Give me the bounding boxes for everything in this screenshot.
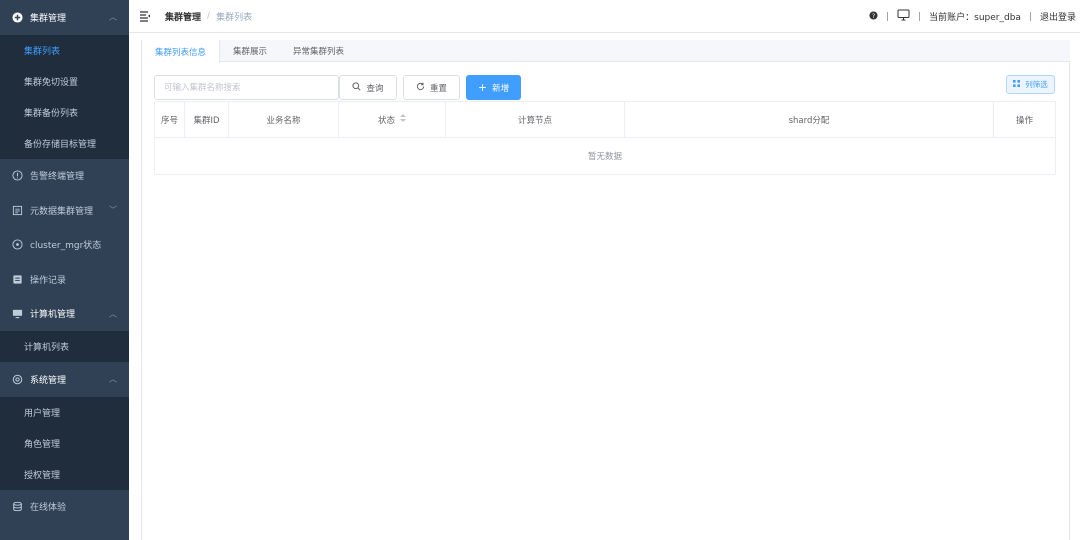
column-header: 操作 (1015, 115, 1033, 126)
tab-cluster-list-info[interactable]: 集群列表信息 (141, 40, 221, 63)
top-navbar: 集群管理 / 集群列表 ? | | 当前账户：super_dba | 退出登录 (129, 0, 1080, 33)
menu-cluster-management[interactable]: 集群管理 ︿ (0, 0, 129, 35)
logout-link[interactable]: 退出登录 (1040, 10, 1076, 23)
plus-circle-icon (11, 11, 23, 23)
sidebar-item-cluster-list[interactable]: 集群列表 (0, 35, 129, 66)
menu-alarm[interactable]: 告警终端管理 (0, 159, 129, 194)
tab-abnormal-clusters[interactable]: 异常集群列表 (280, 40, 357, 62)
breadcrumb-current: 集群列表 (216, 12, 253, 23)
current-account: 当前账户：super_dba (929, 13, 1021, 23)
sort-icon[interactable] (400, 114, 406, 125)
compass-icon (11, 239, 23, 251)
menu-online-trial[interactable]: 在线体验 (0, 490, 129, 525)
chevron-up-icon: ︿ (109, 374, 117, 384)
column-filter-button[interactable]: 列筛选 (1006, 75, 1055, 94)
menu-system[interactable]: 系统管理 ︿ (0, 362, 129, 397)
menu-cluster-mgr[interactable]: cluster_mgr状态 (0, 228, 129, 263)
column-header: shard分配 (625, 102, 994, 137)
table-header: 序号 集群ID 业务名称 状态 计算节点 shard分配 操作 (155, 102, 1055, 138)
submenu-system: 用户管理 角色管理 授权管理 (0, 396, 129, 490)
menu-machine-label: 计算机管理 (30, 310, 76, 321)
column-header: 集群ID (185, 102, 229, 137)
column-header: 业务名称 (229, 102, 339, 137)
menu-system-label: 系统管理 (30, 375, 67, 386)
column-header-label: 状态 (377, 115, 395, 126)
menu-alarm-label: 告警终端管理 (30, 172, 85, 183)
submenu-machine: 计算机列表 (0, 331, 129, 362)
plus-icon: + (477, 81, 488, 94)
monitor-icon (11, 308, 23, 320)
refresh-icon (416, 82, 425, 94)
breadcrumb-separator: / (207, 11, 211, 21)
sidebar-item-machine-list[interactable]: 计算机列表 (0, 331, 129, 362)
database-icon (11, 204, 23, 216)
cluster-table: 序号 集群ID 业务名称 状态 计算节点 shard分配 操作 暂无数据 (154, 101, 1056, 175)
info-circle-icon (11, 170, 23, 182)
header-right: ? | | 当前账户：super_dba | 退出登录 (869, 0, 1076, 33)
menu-operation-log[interactable]: 操作记录 (0, 262, 129, 297)
menu-cluster-mgr-label: cluster_mgr状态 (30, 241, 102, 252)
menu-metadata[interactable]: 元数据集群管理 ﹀ (0, 193, 129, 228)
grid-icon (1013, 80, 1021, 89)
menu-metadata-label: 元数据集群管理 (30, 206, 94, 217)
query-button-label: 查询 (366, 83, 384, 94)
header-divider: | (918, 11, 922, 22)
column-header: 序号 (155, 102, 185, 137)
tab-cluster-display[interactable]: 集群展示 (220, 40, 280, 62)
search-icon (352, 81, 362, 94)
column-header: 计算节点 (446, 102, 625, 137)
screen-icon[interactable] (897, 9, 910, 24)
svg-text:?: ? (872, 12, 875, 19)
add-button-label: 新增 (492, 83, 510, 94)
column-filter-label: 列筛选 (1025, 80, 1048, 89)
chevron-down-icon: ﹀ (109, 205, 117, 215)
cylinder-icon (11, 501, 23, 513)
sidebar-item-cluster-backup[interactable]: 集群备份列表 (0, 97, 129, 128)
submenu-cluster: 集群列表 集群免切设置 集群备份列表 备份存储目标管理 (0, 34, 129, 159)
menu-online-label: 在线体验 (30, 503, 67, 514)
sidebar-item-users[interactable]: 用户管理 (0, 397, 129, 428)
chevron-up-icon: ︿ (109, 12, 117, 22)
sidebar: 集群管理 ︿ 集群列表 集群免切设置 集群备份列表 备份存储目标管理 告警终端管… (0, 0, 129, 540)
sidebar-item-backup-storage[interactable]: 备份存储目标管理 (0, 128, 129, 159)
sidebar-item-roles[interactable]: 角色管理 (0, 428, 129, 459)
settings-icon (11, 373, 23, 385)
help-icon[interactable]: ? (869, 10, 878, 23)
column-header-status[interactable]: 状态 (339, 102, 446, 137)
chevron-up-icon: ︿ (109, 309, 117, 319)
header-divider: | (886, 11, 890, 22)
log-icon (11, 273, 23, 285)
query-button[interactable]: 查询 (339, 75, 397, 100)
header-divider: | (1028, 11, 1032, 22)
menu-machine[interactable]: 计算机管理 ︿ (0, 297, 129, 332)
reset-button-label: 重置 (429, 83, 447, 94)
sidebar-item-cluster-switch[interactable]: 集群免切设置 (0, 66, 129, 97)
add-button[interactable]: + 新增 (466, 75, 521, 100)
table-empty-text: 暂无数据 (587, 152, 622, 162)
menu-operation-log-label: 操作记录 (30, 275, 67, 286)
tabs: 集群列表信息 集群展示 异常集群列表 (141, 40, 1070, 63)
breadcrumb: 集群管理 / 集群列表 (165, 10, 252, 23)
reset-button[interactable]: 重置 (403, 75, 460, 100)
menu-cluster-label: 集群管理 (30, 13, 67, 24)
cluster-search-input[interactable] (154, 75, 339, 100)
menu-toggle-icon[interactable] (139, 10, 151, 22)
sidebar-item-authorization[interactable]: 授权管理 (0, 459, 129, 490)
breadcrumb-cluster[interactable]: 集群管理 (165, 10, 201, 23)
